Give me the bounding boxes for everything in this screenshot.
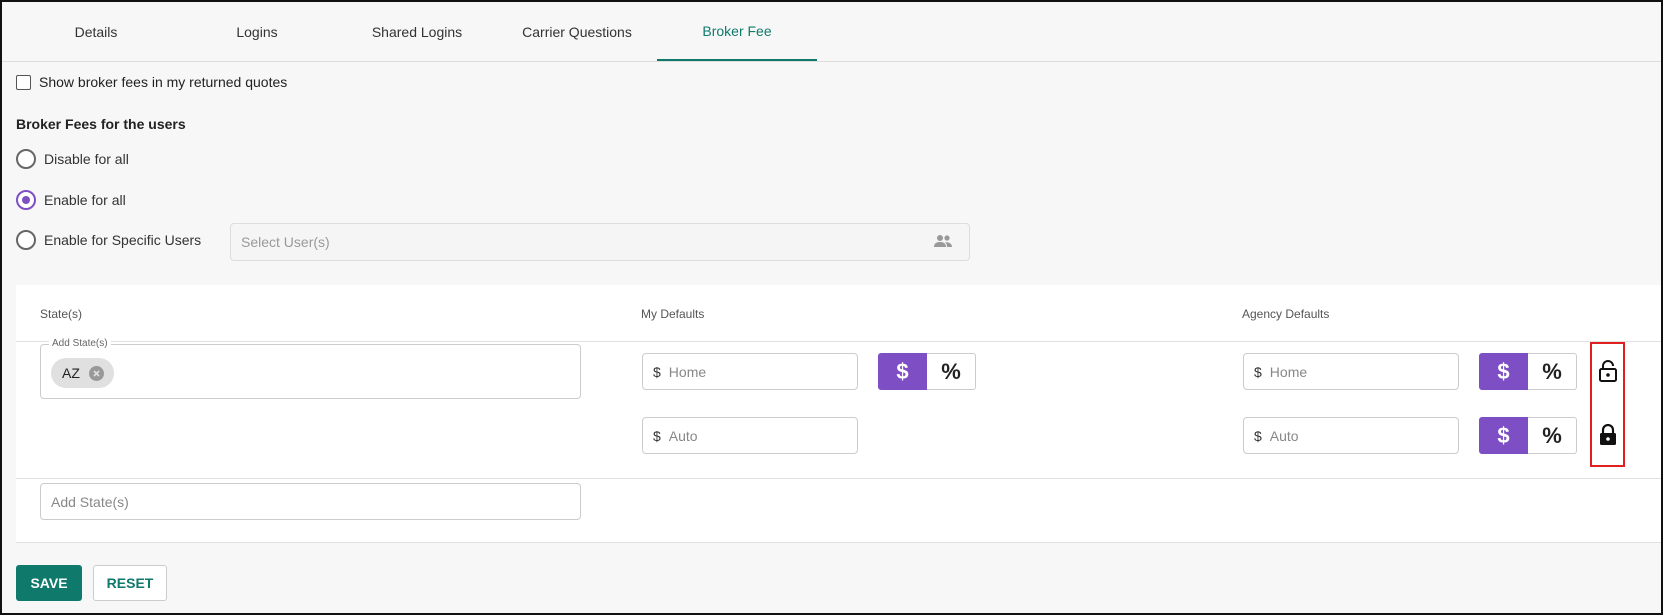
broker-fees-section-title: Broker Fees for the users: [16, 116, 186, 132]
percent-mode-button[interactable]: %: [1528, 353, 1577, 390]
radio-label: Disable for all: [44, 151, 129, 167]
dollar-mode-button[interactable]: $: [1479, 417, 1528, 454]
agency-default-home-input[interactable]: $ Home: [1243, 353, 1459, 390]
divider: [16, 478, 1661, 479]
tab-carrier-questions[interactable]: Carrier Questions: [497, 2, 657, 61]
lock-icon[interactable]: [1598, 423, 1618, 451]
select-users-placeholder: Select User(s): [241, 234, 330, 250]
dollar-mode-button[interactable]: $: [878, 353, 927, 390]
input-placeholder: Home: [668, 363, 707, 380]
dollar-prefix: $: [1254, 363, 1262, 380]
dollar-prefix: $: [653, 427, 661, 444]
divider: [16, 542, 1661, 543]
dollar-prefix: $: [1254, 427, 1262, 444]
states-input[interactable]: Add State(s) AZ: [40, 338, 581, 399]
show-fees-label: Show broker fees in my returned quotes: [39, 74, 288, 90]
percent-mode-button[interactable]: %: [927, 353, 976, 390]
reset-button[interactable]: RESET: [93, 565, 167, 601]
input-placeholder: Auto: [668, 427, 698, 444]
tab-broker-fee[interactable]: Broker Fee: [657, 2, 817, 61]
header-my-defaults: My Defaults: [641, 307, 705, 321]
my-default-home-mode-toggle[interactable]: $ %: [878, 353, 976, 390]
tab-details[interactable]: Details: [16, 2, 176, 61]
my-default-home-input[interactable]: $ Home: [642, 353, 858, 390]
radio-label: Enable for all: [44, 192, 126, 208]
save-button[interactable]: SAVE: [16, 565, 82, 601]
agency-default-auto-input[interactable]: $ Auto: [1243, 417, 1459, 454]
states-legend: Add State(s): [49, 338, 111, 349]
header-states: State(s): [40, 307, 83, 321]
state-chip-label: AZ: [62, 365, 80, 381]
radio-button[interactable]: [16, 190, 36, 210]
select-users-input[interactable]: Select User(s): [230, 223, 970, 261]
state-chip[interactable]: AZ: [51, 358, 114, 388]
tab-bar: Details Logins Shared Logins Carrier Que…: [2, 2, 1661, 62]
radio-button[interactable]: [16, 149, 36, 169]
people-icon: [933, 234, 953, 251]
my-default-auto-input[interactable]: $ Auto: [642, 417, 858, 454]
dollar-prefix: $: [653, 363, 661, 380]
input-placeholder: Auto: [1269, 427, 1299, 444]
input-placeholder: Home: [1269, 363, 1308, 380]
radio-button[interactable]: [16, 230, 36, 250]
radio-enable-for-specific-users[interactable]: Enable for Specific Users: [16, 230, 201, 250]
remove-chip-icon[interactable]: [88, 365, 104, 381]
dollar-mode-button[interactable]: $: [1479, 353, 1528, 390]
broker-fee-page: Details Logins Shared Logins Carrier Que…: [0, 0, 1663, 615]
percent-mode-button[interactable]: %: [1528, 417, 1577, 454]
agency-default-home-mode-toggle[interactable]: $ %: [1479, 353, 1577, 390]
header-agency-defaults: Agency Defaults: [1242, 307, 1330, 321]
add-state-placeholder: Add State(s): [51, 493, 129, 510]
divider: [16, 341, 1661, 342]
tab-shared-logins[interactable]: Shared Logins: [337, 2, 497, 61]
radio-disable-for-all[interactable]: Disable for all: [16, 149, 129, 169]
add-state-input[interactable]: Add State(s): [40, 483, 581, 520]
show-fees-checkbox[interactable]: [16, 74, 31, 90]
agency-default-auto-mode-toggle[interactable]: $ %: [1479, 417, 1577, 454]
tab-logins[interactable]: Logins: [177, 2, 337, 61]
unlock-icon[interactable]: [1598, 360, 1618, 387]
radio-enable-for-all[interactable]: Enable for all: [16, 190, 126, 210]
broker-fee-table: State(s) My Defaults Agency Defaults Add…: [16, 285, 1661, 543]
show-fees-checkbox-row[interactable]: Show broker fees in my returned quotes: [16, 74, 287, 90]
radio-label: Enable for Specific Users: [44, 232, 202, 248]
